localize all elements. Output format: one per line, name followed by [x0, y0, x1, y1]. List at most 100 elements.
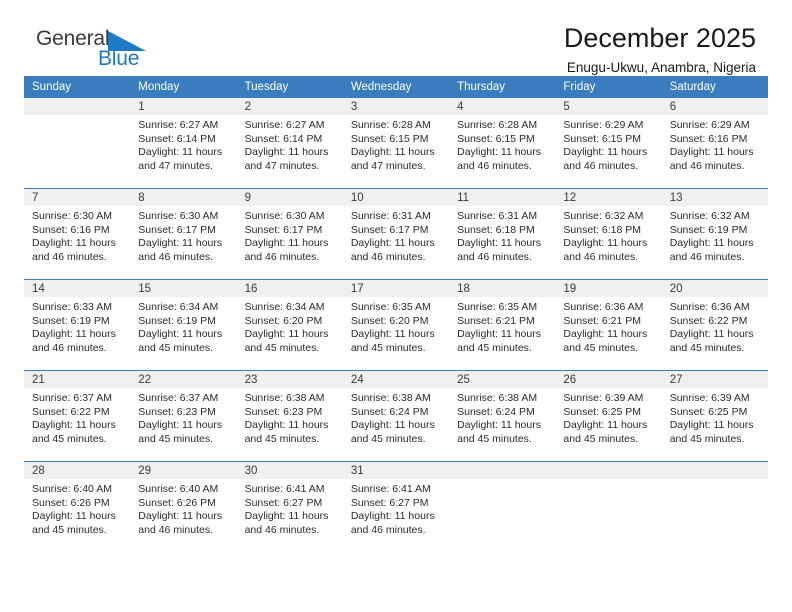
- day-details: Sunrise: 6:41 AM Sunset: 6:27 PM Daylight:…: [237, 479, 343, 537]
- sunrise-text: Sunrise: 6:34 AM: [138, 301, 219, 313]
- daylight-text-line1: Daylight: 11 hours: [350, 510, 435, 523]
- day-cell[interactable]: 11 Sunrise: 6:31 AM Sunset: 6:18 PM Dayligh…: [449, 189, 556, 279]
- day-number: 12: [555, 189, 662, 206]
- day-cell[interactable]: 28 Sunrise: 6:40 AM Sunset: 6:26 PM Dayligh…: [24, 462, 131, 552]
- general-blue-logo[interactable]: General Blue: [36, 28, 236, 80]
- day-cell-empty: [555, 462, 662, 552]
- day-cell[interactable]: 27 Sunrise: 6:39 AM Sunset: 6:25 PM Dayligh…: [661, 371, 768, 461]
- day-cell[interactable]: 9 Sunrise: 6:30 AM Sunset: 6:17 PM Daylight…: [236, 189, 343, 279]
- sunrise-text: Sunrise: 6:32 AM: [563, 210, 644, 222]
- day-number: 3: [342, 98, 450, 115]
- day-cell[interactable]: 18 Sunrise: 6:35 AM Sunset: 6:21 PM Dayligh…: [449, 280, 556, 370]
- day-cell[interactable]: 2 Sunrise: 6:27 AM Sunset: 6:14 PM Daylight…: [236, 98, 343, 188]
- weekday-header-tuesday: Tuesday: [236, 76, 343, 98]
- day-cell[interactable]: 8 Sunrise: 6:30 AM Sunset: 6:17 PM Daylight…: [130, 189, 237, 279]
- sunrise-text: Sunrise: 6:29 AM: [563, 119, 644, 131]
- day-cell[interactable]: 6 Sunrise: 6:29 AM Sunset: 6:16 PM Daylight…: [661, 98, 768, 188]
- daylight-text-line2: and 45 minutes.: [669, 341, 745, 354]
- day-number: 18: [449, 280, 556, 297]
- day-details: Sunrise: 6:30 AM Sunset: 6:17 PM Daylight:…: [237, 206, 343, 264]
- daylight-text-line2: and 45 minutes.: [457, 432, 532, 445]
- daylight-text-line2: and 46 minutes.: [563, 250, 639, 263]
- day-cell[interactable]: 16 Sunrise: 6:34 AM Sunset: 6:20 PM Dayligh…: [236, 280, 343, 370]
- day-cell[interactable]: 26 Sunrise: 6:39 AM Sunset: 6:25 PM Dayligh…: [555, 371, 662, 461]
- calendar-cell: 18 Sunrise: 6:35 AM Sunset: 6:21 PM Dayligh…: [449, 279, 556, 371]
- sunset-text: Sunset: 6:15 PM: [563, 132, 642, 145]
- daylight-text-line1: Daylight: 11 hours: [457, 237, 541, 250]
- calendar-week-row: 21 Sunrise: 6:37 AM Sunset: 6:22 PM Dayligh…: [24, 370, 768, 462]
- day-cell[interactable]: 15 Sunrise: 6:34 AM Sunset: 6:19 PM Dayligh…: [130, 280, 237, 370]
- daylight-text-line1: Daylight: 11 hours: [350, 419, 435, 432]
- sunrise-text: Sunrise: 6:27 AM: [138, 119, 219, 131]
- calendar-cell: 27 Sunrise: 6:39 AM Sunset: 6:25 PM Dayligh…: [661, 370, 768, 462]
- day-details: Sunrise: 6:34 AM Sunset: 6:20 PM Daylight:…: [237, 297, 343, 355]
- sunset-text: Sunset: 6:21 PM: [457, 314, 535, 327]
- day-cell[interactable]: 3 Sunrise: 6:28 AM Sunset: 6:15 PM Daylight…: [342, 98, 450, 188]
- day-details: Sunrise: 6:33 AM Sunset: 6:19 PM Daylight:…: [24, 297, 130, 355]
- daylight-text-line1: Daylight: 11 hours: [563, 237, 648, 250]
- day-number: 25: [449, 371, 556, 388]
- sunrise-text: Sunrise: 6:37 AM: [138, 392, 219, 404]
- daylight-text-line2: and 45 minutes.: [32, 523, 107, 536]
- calendar-cell: 9 Sunrise: 6:30 AM Sunset: 6:17 PM Daylight…: [236, 188, 343, 280]
- sunrise-text: Sunrise: 6:30 AM: [32, 210, 112, 222]
- day-number: 13: [661, 189, 768, 206]
- sunset-text: Sunset: 6:15 PM: [457, 132, 535, 145]
- calendar-week-row: 28 Sunrise: 6:40 AM Sunset: 6:26 PM Dayligh…: [24, 461, 768, 552]
- day-cell[interactable]: 31 Sunrise: 6:41 AM Sunset: 6:27 PM Dayligh…: [342, 462, 450, 552]
- daylight-text-line2: and 46 minutes.: [244, 250, 320, 263]
- day-details: Sunrise: 6:38 AM Sunset: 6:23 PM Daylight:…: [237, 388, 343, 446]
- sunset-text: Sunset: 6:16 PM: [32, 223, 110, 236]
- sunrise-text: Sunrise: 6:30 AM: [138, 210, 219, 222]
- page-title: December 2025: [563, 23, 756, 53]
- day-cell[interactable]: 13 Sunrise: 6:32 AM Sunset: 6:19 PM Dayligh…: [661, 189, 768, 279]
- day-cell[interactable]: 23 Sunrise: 6:38 AM Sunset: 6:23 PM Dayligh…: [236, 371, 343, 461]
- sunset-text: Sunset: 6:16 PM: [669, 132, 748, 145]
- day-cell[interactable]: 25 Sunrise: 6:38 AM Sunset: 6:24 PM Dayligh…: [449, 371, 556, 461]
- sunrise-text: Sunrise: 6:34 AM: [244, 301, 325, 313]
- day-cell[interactable]: 20 Sunrise: 6:36 AM Sunset: 6:22 PM Dayligh…: [661, 280, 768, 370]
- sunset-text: Sunset: 6:15 PM: [350, 132, 429, 145]
- daylight-text-line1: Daylight: 11 hours: [138, 510, 223, 523]
- daylight-text-line2: and 46 minutes.: [457, 250, 532, 263]
- day-number: [24, 98, 131, 115]
- day-cell[interactable]: 4 Sunrise: 6:28 AM Sunset: 6:15 PM Daylight…: [449, 98, 556, 188]
- day-number: [449, 462, 556, 479]
- day-cell[interactable]: 10 Sunrise: 6:31 AM Sunset: 6:17 PM Dayligh…: [342, 189, 450, 279]
- daylight-text-line2: and 45 minutes.: [457, 341, 532, 354]
- daylight-text-line1: Daylight: 11 hours: [32, 237, 116, 250]
- calendar-body: 1 Sunrise: 6:27 AM Sunset: 6:14 PM Daylight…: [24, 98, 768, 552]
- calendar-cell: 10 Sunrise: 6:31 AM Sunset: 6:17 PM Dayligh…: [342, 188, 450, 280]
- day-cell[interactable]: 17 Sunrise: 6:35 AM Sunset: 6:20 PM Dayligh…: [342, 280, 450, 370]
- day-cell[interactable]: 12 Sunrise: 6:32 AM Sunset: 6:18 PM Dayligh…: [555, 189, 662, 279]
- day-cell[interactable]: 21 Sunrise: 6:37 AM Sunset: 6:22 PM Dayligh…: [24, 371, 131, 461]
- daylight-text-line1: Daylight: 11 hours: [669, 146, 754, 159]
- daylight-text-line1: Daylight: 11 hours: [563, 146, 648, 159]
- day-details: Sunrise: 6:38 AM Sunset: 6:24 PM Daylight:…: [449, 388, 555, 446]
- day-details: Sunrise: 6:38 AM Sunset: 6:24 PM Daylight:…: [343, 388, 449, 446]
- sunset-text: Sunset: 6:19 PM: [138, 314, 216, 327]
- day-cell[interactable]: 30 Sunrise: 6:41 AM Sunset: 6:27 PM Dayligh…: [236, 462, 343, 552]
- sunrise-text: Sunrise: 6:27 AM: [244, 119, 325, 131]
- sunrise-text: Sunrise: 6:35 AM: [350, 301, 431, 313]
- day-cell[interactable]: 14 Sunrise: 6:33 AM Sunset: 6:19 PM Dayligh…: [24, 280, 131, 370]
- day-cell[interactable]: 29 Sunrise: 6:40 AM Sunset: 6:26 PM Dayligh…: [130, 462, 237, 552]
- day-cell[interactable]: 24 Sunrise: 6:38 AM Sunset: 6:24 PM Dayligh…: [342, 371, 450, 461]
- calendar-cell: 4 Sunrise: 6:28 AM Sunset: 6:15 PM Daylight…: [449, 98, 556, 189]
- day-cell[interactable]: 1 Sunrise: 6:27 AM Sunset: 6:14 PM Daylight…: [130, 98, 237, 188]
- day-cell[interactable]: 7 Sunrise: 6:30 AM Sunset: 6:16 PM Daylight…: [24, 189, 131, 279]
- daylight-text-line2: and 46 minutes.: [138, 250, 213, 263]
- sunset-text: Sunset: 6:19 PM: [669, 223, 748, 236]
- daylight-text-line1: Daylight: 11 hours: [669, 328, 754, 341]
- daylight-text-line1: Daylight: 11 hours: [244, 510, 329, 523]
- day-number: 11: [449, 189, 556, 206]
- calendar-cell: 16 Sunrise: 6:34 AM Sunset: 6:20 PM Dayligh…: [236, 279, 343, 371]
- day-details: Sunrise: 6:30 AM Sunset: 6:17 PM Daylight:…: [130, 206, 236, 264]
- calendar-cell: 22 Sunrise: 6:37 AM Sunset: 6:23 PM Dayligh…: [130, 370, 237, 462]
- day-cell[interactable]: 5 Sunrise: 6:29 AM Sunset: 6:15 PM Daylight…: [555, 98, 662, 188]
- day-number: 27: [661, 371, 768, 388]
- day-cell[interactable]: 22 Sunrise: 6:37 AM Sunset: 6:23 PM Dayligh…: [130, 371, 237, 461]
- sunset-text: Sunset: 6:17 PM: [350, 223, 429, 236]
- daylight-text-line1: Daylight: 11 hours: [457, 419, 541, 432]
- day-cell[interactable]: 19 Sunrise: 6:36 AM Sunset: 6:21 PM Dayligh…: [555, 280, 662, 370]
